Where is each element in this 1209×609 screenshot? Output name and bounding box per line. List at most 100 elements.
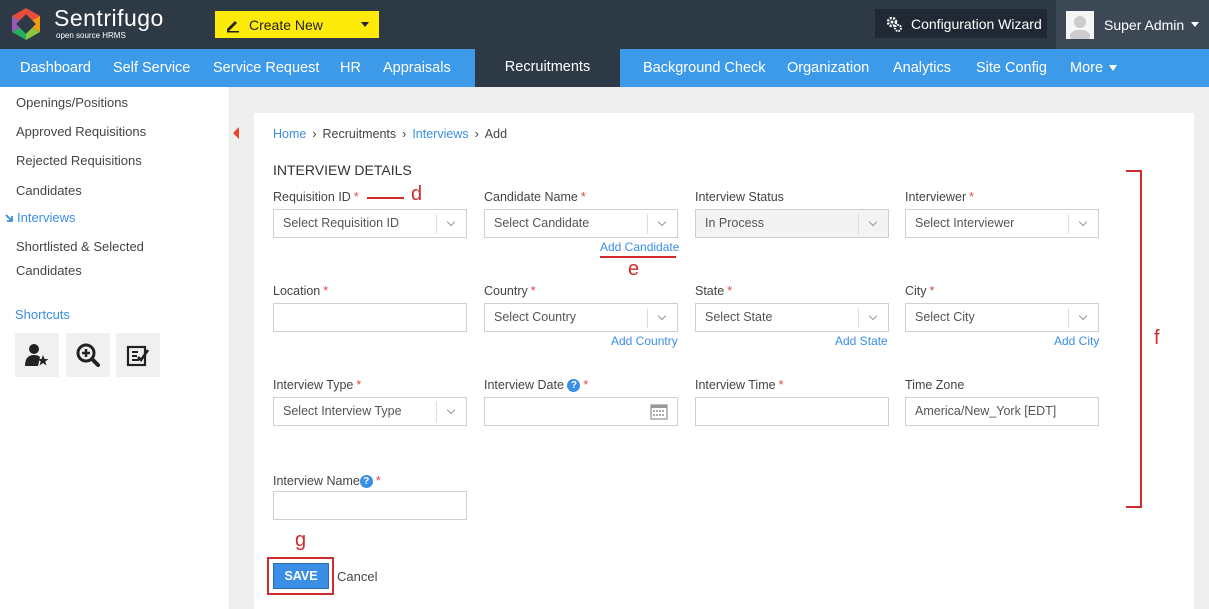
- nav-organization[interactable]: Organization: [787, 49, 869, 87]
- sentrifugo-logo-icon[interactable]: [8, 6, 44, 42]
- create-new-label: Create New: [249, 16, 323, 33]
- chevron-down-icon: [1068, 308, 1098, 328]
- form-card: [254, 113, 1194, 609]
- interview-time-label: Interview Time *: [695, 378, 783, 392]
- brand-subtitle: open source HRMS: [56, 31, 126, 40]
- required-mark: *: [356, 378, 362, 392]
- city-select[interactable]: Select City: [905, 303, 1099, 332]
- shortcut-user-star[interactable]: [15, 333, 59, 377]
- breadcrumb-home[interactable]: Home: [273, 127, 306, 141]
- required-mark: *: [323, 284, 329, 298]
- add-candidate-link[interactable]: Add Candidate: [600, 240, 679, 254]
- state-placeholder: Select State: [705, 310, 773, 324]
- candidate-name-label: Candidate Name *: [484, 190, 586, 204]
- requisition-id-select[interactable]: Select Requisition ID: [273, 209, 467, 238]
- pencil-icon: [227, 20, 239, 32]
- sidebar-item-shortlisted-selected-cont[interactable]: Candidates: [16, 263, 82, 278]
- sidebar-collapse-tab[interactable]: [230, 87, 245, 609]
- nav-analytics[interactable]: Analytics: [893, 49, 951, 87]
- interviewer-label: Interviewer *: [905, 190, 974, 204]
- required-mark: *: [580, 190, 586, 204]
- breadcrumb: Home › Recruitments › Interviews › Add: [273, 127, 507, 141]
- calendar-icon[interactable]: [650, 403, 668, 420]
- top-bar: Sentrifugo open source HRMS Create New C…: [0, 0, 1209, 49]
- cancel-button[interactable]: Cancel: [337, 569, 377, 584]
- city-placeholder: Select City: [915, 310, 975, 324]
- nav-hr[interactable]: HR: [340, 49, 361, 87]
- chevron-down-icon: [858, 308, 888, 328]
- interview-type-label: Interview Type *: [273, 378, 361, 392]
- time-zone-label: Time Zone: [905, 378, 965, 392]
- shortcut-zoom-in[interactable]: [66, 333, 110, 377]
- add-city-link[interactable]: Add City: [1054, 334, 1099, 348]
- city-label: City *: [905, 284, 934, 298]
- sidebar-item-approved-requisitions[interactable]: Approved Requisitions: [16, 124, 146, 139]
- required-mark: *: [969, 190, 975, 204]
- nav-service-request[interactable]: Service Request: [213, 49, 319, 87]
- breadcrumb-separator: ›: [402, 127, 407, 141]
- nav-dashboard[interactable]: Dashboard: [20, 49, 91, 87]
- sidebar-item-interviews[interactable]: Interviews: [5, 210, 76, 225]
- state-label-text: State: [695, 284, 725, 298]
- country-select[interactable]: Select Country: [484, 303, 678, 332]
- nav-appraisals[interactable]: Appraisals: [383, 49, 451, 87]
- shortcut-checklist[interactable]: [116, 333, 160, 377]
- user-menu[interactable]: Super Admin: [1056, 0, 1209, 49]
- nav-background-check[interactable]: Background Check: [643, 49, 766, 87]
- sidebar-item-openings[interactable]: Openings/Positions: [16, 95, 128, 110]
- sidebar-item-candidates[interactable]: Candidates: [16, 183, 82, 198]
- state-select[interactable]: Select State: [695, 303, 889, 332]
- chevron-down-icon: [361, 22, 369, 27]
- nav-more-label: More: [1070, 60, 1104, 76]
- annotation-g: g: [295, 529, 307, 551]
- annotation-d: d: [411, 183, 423, 205]
- location-label-text: Location: [273, 284, 321, 298]
- configuration-wizard-button[interactable]: Configuration Wizard: [875, 9, 1047, 38]
- chevron-down-icon: [647, 214, 677, 234]
- interview-status-label: Interview Status: [695, 190, 784, 204]
- help-icon[interactable]: ?: [567, 379, 581, 393]
- requisition-id-placeholder: Select Requisition ID: [283, 216, 400, 230]
- nav-self-service[interactable]: Self Service: [113, 49, 190, 87]
- location-label: Location *: [273, 284, 328, 298]
- interview-type-select[interactable]: Select Interview Type: [273, 397, 467, 426]
- interview-status-value: In Process: [705, 216, 765, 230]
- brand-name: Sentrifugo: [54, 5, 164, 31]
- create-new-button[interactable]: Create New: [215, 11, 379, 38]
- interview-date-label: Interview Date ? *: [484, 378, 589, 393]
- interviewer-placeholder: Select Interviewer: [915, 216, 1015, 230]
- main-nav: Dashboard Self Service Service Request H…: [0, 49, 1209, 87]
- user-silhouette-icon: [1070, 15, 1090, 39]
- required-mark: *: [583, 378, 589, 392]
- add-state-link[interactable]: Add State: [835, 334, 888, 348]
- breadcrumb-interviews[interactable]: Interviews: [412, 127, 468, 141]
- interview-type-placeholder: Select Interview Type: [283, 404, 402, 418]
- candidate-name-label-text: Candidate Name: [484, 190, 578, 204]
- interview-date-input[interactable]: [484, 397, 678, 426]
- interview-name-label: Interview Name? *: [273, 474, 381, 489]
- required-mark: *: [353, 190, 359, 204]
- country-label-text: Country: [484, 284, 528, 298]
- collapse-left-icon[interactable]: [233, 127, 239, 139]
- checklist-icon: [126, 345, 150, 367]
- help-icon[interactable]: ?: [359, 475, 373, 489]
- chevron-down-icon: [1068, 214, 1098, 234]
- interviewer-select[interactable]: Select Interviewer: [905, 209, 1099, 238]
- save-button[interactable]: SAVE: [273, 563, 329, 589]
- sidebar-item-shortlisted-selected[interactable]: Shortlisted & Selected: [16, 239, 144, 254]
- time-zone-value: America/New_York [EDT]: [915, 404, 1057, 418]
- nav-site-config[interactable]: Site Config: [976, 49, 1047, 87]
- time-zone-input[interactable]: America/New_York [EDT]: [905, 397, 1099, 426]
- sidebar-item-rejected-requisitions[interactable]: Rejected Requisitions: [16, 153, 142, 168]
- nav-more[interactable]: More: [1070, 49, 1118, 87]
- add-country-link[interactable]: Add Country: [611, 334, 678, 348]
- caret-down-icon: [1109, 65, 1118, 72]
- interview-name-input[interactable]: [273, 491, 467, 520]
- arrow-down-right-icon: [5, 214, 13, 222]
- sidebar: Openings/Positions Approved Requisitions…: [0, 87, 230, 609]
- interview-time-input[interactable]: [695, 397, 889, 426]
- location-input[interactable]: [273, 303, 467, 332]
- nav-recruitments[interactable]: Recruitments: [475, 49, 620, 87]
- candidate-select[interactable]: Select Candidate: [484, 209, 678, 238]
- interview-name-label-text: Interview Name: [273, 474, 360, 488]
